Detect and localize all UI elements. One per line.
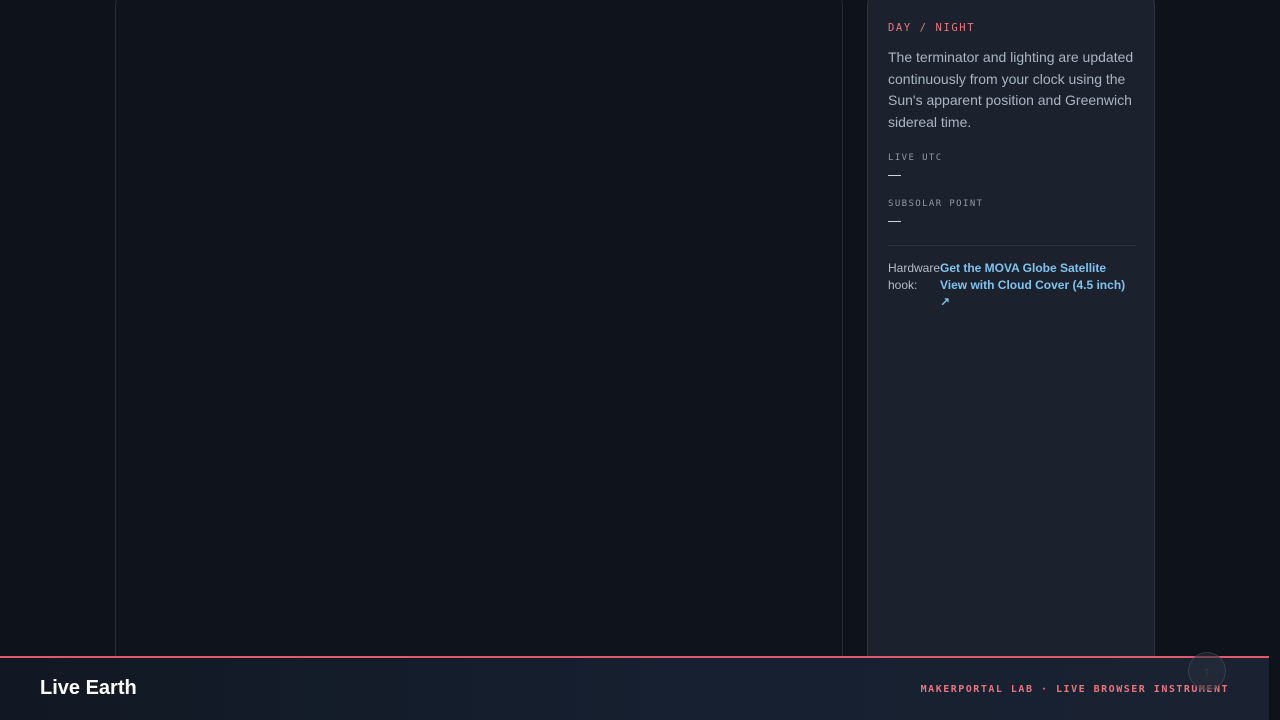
scroll-to-top-button[interactable]: ↑ <box>1188 652 1226 690</box>
footer-tagline: MAKERPORTAL LAB · LIVE BROWSER INSTRUMEN… <box>920 684 1229 695</box>
live-utc-label: LIVE UTC <box>888 153 943 163</box>
arrow-up-icon: ↑ <box>1203 663 1211 679</box>
panel-divider <box>888 245 1136 246</box>
brand-title: Live Earth <box>40 677 137 699</box>
info-panel: DAY / NIGHT The terminator and lighting … <box>867 0 1155 678</box>
app-root: DAY / NIGHT The terminator and lighting … <box>0 0 1280 720</box>
hardware-hook-label: Hardware hook: <box>888 261 941 292</box>
globe-viewport[interactable] <box>115 0 843 678</box>
panel-description: The terminator and lighting are updated … <box>888 49 1134 130</box>
hardware-hook: Hardware hook: Get the MOVA Globe Satell… <box>888 260 1136 311</box>
hardware-product-link[interactable]: Get the MOVA Globe Satellite View with C… <box>940 260 1136 311</box>
subsolar-point-label: SUBSOLAR POINT <box>888 199 984 209</box>
subsolar-point-value: — <box>888 213 901 228</box>
footer-bar: Live Earth MAKERPORTAL LAB · LIVE BROWSE… <box>0 656 1269 720</box>
panel-kicker: DAY / NIGHT <box>888 22 976 34</box>
live-utc-value: — <box>888 167 901 182</box>
